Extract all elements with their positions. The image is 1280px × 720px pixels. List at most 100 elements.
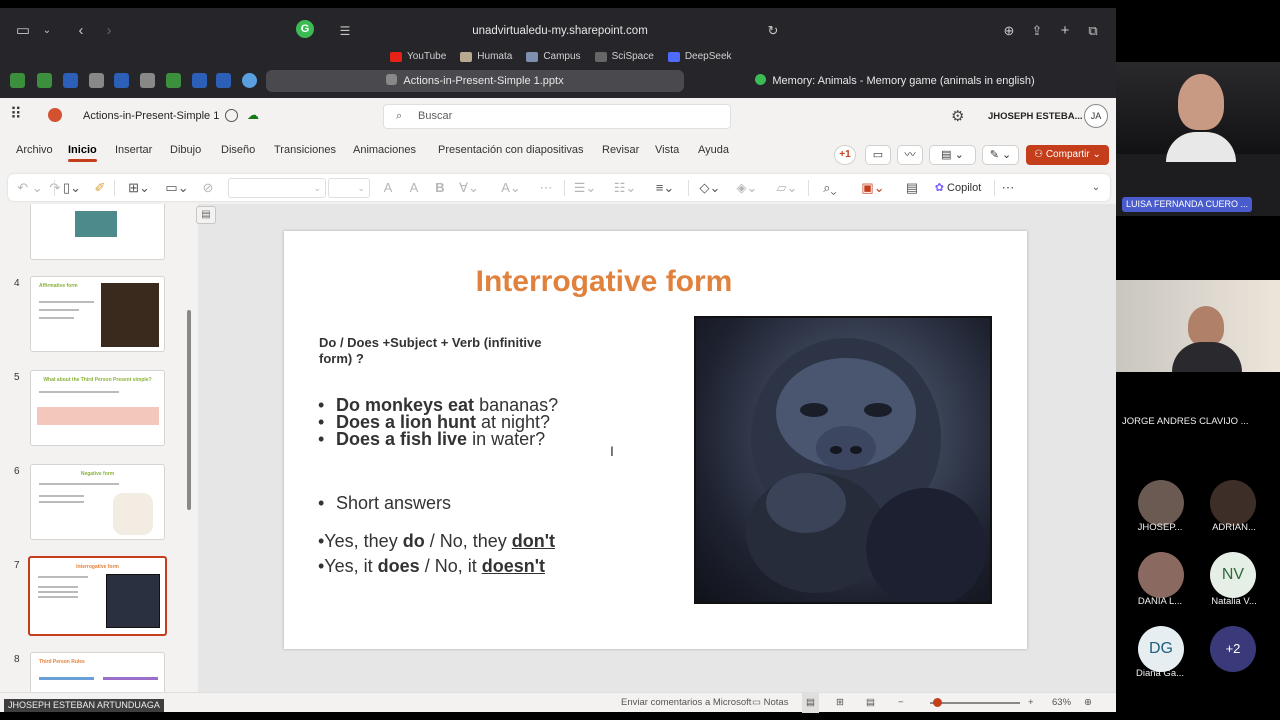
- shrink-font-icon[interactable]: A: [404, 178, 424, 198]
- grammarly-icon[interactable]: G: [296, 20, 314, 38]
- more-font-icon[interactable]: ⋯: [536, 178, 556, 198]
- tab-overview-icon[interactable]: ⧉: [1082, 20, 1104, 42]
- app-launcher-icon[interactable]: ⠿: [10, 107, 26, 123]
- comment-icon[interactable]: ▭: [865, 145, 891, 165]
- tab-presentacion[interactable]: Presentación con diapositivas: [438, 135, 584, 165]
- gorilla-image[interactable]: [694, 316, 992, 604]
- zoom-out-icon[interactable]: −: [898, 693, 904, 713]
- tab-revisar[interactable]: Revisar: [602, 135, 639, 165]
- font-family-select[interactable]: ⌄: [228, 178, 326, 198]
- undo-icon[interactable]: ↶ ⌄: [16, 178, 44, 198]
- document-title[interactable]: Actions-in-Present-Simple 1: [83, 98, 219, 135]
- slide-thumbnail[interactable]: What about the Third Person Present simp…: [30, 370, 165, 446]
- forward-icon[interactable]: ›: [98, 20, 120, 42]
- shapes-icon[interactable]: ◇⌄: [694, 178, 726, 198]
- pinned-tab-icon[interactable]: [140, 73, 155, 88]
- search-box[interactable]: ⌕ Buscar: [383, 104, 731, 129]
- shape-outline-icon[interactable]: ▱⌄: [772, 178, 802, 198]
- pinned-tab-word-icon[interactable]: [192, 73, 207, 88]
- share-icon[interactable]: ⇪: [1026, 20, 1048, 42]
- pinned-tab-icon[interactable]: [242, 73, 257, 88]
- feedback-link[interactable]: Enviar comentarios a Microsoft: [621, 693, 751, 713]
- bookmark-item[interactable]: Campus: [526, 48, 581, 66]
- catch-up-icon[interactable]: 〰: [897, 145, 923, 165]
- pinned-tab-icon[interactable]: [89, 73, 104, 88]
- tab-inicio[interactable]: Inicio: [68, 135, 97, 165]
- designer-icon[interactable]: ▣⌄: [858, 178, 888, 198]
- pinned-tab-word-icon[interactable]: [63, 73, 78, 88]
- tab-archivo[interactable]: Archivo: [16, 135, 53, 165]
- pinned-tab-word-icon[interactable]: [114, 73, 129, 88]
- slide-thumbnail[interactable]: Affirmative form: [30, 276, 165, 352]
- chevron-down-icon[interactable]: ⌄: [36, 20, 58, 42]
- tab-dibujo[interactable]: Dibujo: [170, 135, 201, 165]
- slide-thumbnail-selected[interactable]: Interrogative form: [28, 556, 167, 636]
- slide-thumbnail[interactable]: [30, 204, 165, 260]
- numbering-icon[interactable]: ☷⌄: [610, 178, 640, 198]
- more-options-icon[interactable]: ⋯: [998, 178, 1018, 198]
- zoom-in-icon[interactable]: +: [1028, 693, 1034, 713]
- user-name[interactable]: JHOSEPH ESTEBA...: [988, 98, 1083, 135]
- back-icon[interactable]: ‹: [70, 20, 92, 42]
- dictate-icon[interactable]: ▤: [902, 178, 922, 198]
- present-icon[interactable]: ▤ ⌄: [929, 145, 976, 165]
- tab-memory-game[interactable]: Memory: Animals - Memory game (animals i…: [690, 70, 1100, 92]
- answer-line[interactable]: •Yes, it does / No, it doesn't: [318, 556, 545, 577]
- pinned-tab-drive-icon[interactable]: [166, 73, 181, 88]
- address-bar[interactable]: unadvirtualedu-my.sharepoint.com: [330, 20, 790, 42]
- tab-ayuda[interactable]: Ayuda: [698, 135, 729, 165]
- font-size-select[interactable]: ⌄: [328, 178, 370, 198]
- find-icon[interactable]: ⌕⌄: [814, 178, 846, 198]
- more-participants-button[interactable]: +2: [1210, 626, 1256, 672]
- bold-icon[interactable]: B: [432, 178, 448, 198]
- collapse-ribbon-icon[interactable]: ⌄: [1088, 178, 1104, 198]
- thumbnail-toggle-icon[interactable]: ▤: [196, 206, 216, 224]
- gear-icon[interactable]: ⚙: [951, 107, 964, 125]
- comments-badge[interactable]: +1: [834, 145, 856, 165]
- bookmark-item[interactable]: SciSpace: [594, 48, 654, 66]
- tab-vista[interactable]: Vista: [655, 135, 679, 165]
- zoom-level[interactable]: 63%: [1052, 693, 1071, 713]
- copilot-button[interactable]: ✿ Copilot: [928, 178, 988, 198]
- bullets-icon[interactable]: ☰⌄: [570, 178, 600, 198]
- grow-font-icon[interactable]: A: [378, 178, 398, 198]
- hide-slide-icon[interactable]: ⊘: [198, 178, 218, 198]
- participant-avatar[interactable]: [1210, 480, 1256, 526]
- tab-diseno[interactable]: Diseño: [221, 135, 255, 165]
- font-color-icon[interactable]: A⌄: [496, 178, 526, 198]
- pinned-tab-drive-icon[interactable]: [37, 73, 52, 88]
- zoom-slider[interactable]: [930, 702, 1020, 704]
- tab-transiciones[interactable]: Transiciones: [274, 135, 336, 165]
- participant-avatar[interactable]: DG: [1138, 626, 1184, 672]
- questions-list[interactable]: Do monkeys eat bananas? Does a lion hunt…: [318, 396, 558, 448]
- short-answers-label[interactable]: Short answers: [318, 493, 451, 514]
- share-button[interactable]: ⚇ Compartir ⌄: [1026, 145, 1109, 165]
- notes-button[interactable]: ▭ Notas: [752, 693, 788, 713]
- pinned-tab-drive-icon[interactable]: [10, 73, 25, 88]
- new-slide-icon[interactable]: ⊞⌄: [122, 178, 156, 198]
- tab-animaciones[interactable]: Animaciones: [353, 135, 416, 165]
- tab-presentation[interactable]: Actions-in-Present-Simple 1.pptx: [266, 70, 684, 92]
- bookmark-item[interactable]: DeepSeek: [667, 48, 732, 66]
- format-painter-icon[interactable]: ✐: [92, 178, 108, 198]
- tab-insertar[interactable]: Insertar: [115, 135, 152, 165]
- participant-avatar[interactable]: [1138, 480, 1184, 526]
- pane-scrollbar[interactable]: [187, 310, 191, 510]
- zoom-slider-knob[interactable]: [933, 698, 942, 707]
- slide-thumbnail[interactable]: Negative form: [30, 464, 165, 540]
- presenter-icon[interactable]: ▤: [866, 693, 875, 713]
- slide-title[interactable]: Interrogative form: [284, 265, 924, 299]
- slide-sorter-icon[interactable]: ⊞: [836, 693, 844, 713]
- paste-icon[interactable]: ▯⌄: [58, 178, 86, 198]
- shape-fill-icon[interactable]: ◈⌄: [732, 178, 762, 198]
- participant-avatar[interactable]: NV: [1210, 552, 1256, 598]
- avatar[interactable]: JA: [1084, 104, 1108, 128]
- align-icon[interactable]: ≡⌄: [650, 178, 680, 198]
- answer-line[interactable]: •Yes, they do / No, they don't: [318, 531, 555, 552]
- structure-text[interactable]: Do / Does +Subject + Verb (infinitive fo…: [319, 335, 574, 367]
- layout-icon[interactable]: ▭⌄: [162, 178, 192, 198]
- participant-tile[interactable]: LUISA FERNANDA CUERO ...: [1116, 62, 1280, 216]
- reload-icon[interactable]: ↻: [762, 20, 784, 42]
- bookmark-item[interactable]: YouTube: [390, 48, 446, 66]
- normal-view-icon[interactable]: ▤: [802, 693, 819, 713]
